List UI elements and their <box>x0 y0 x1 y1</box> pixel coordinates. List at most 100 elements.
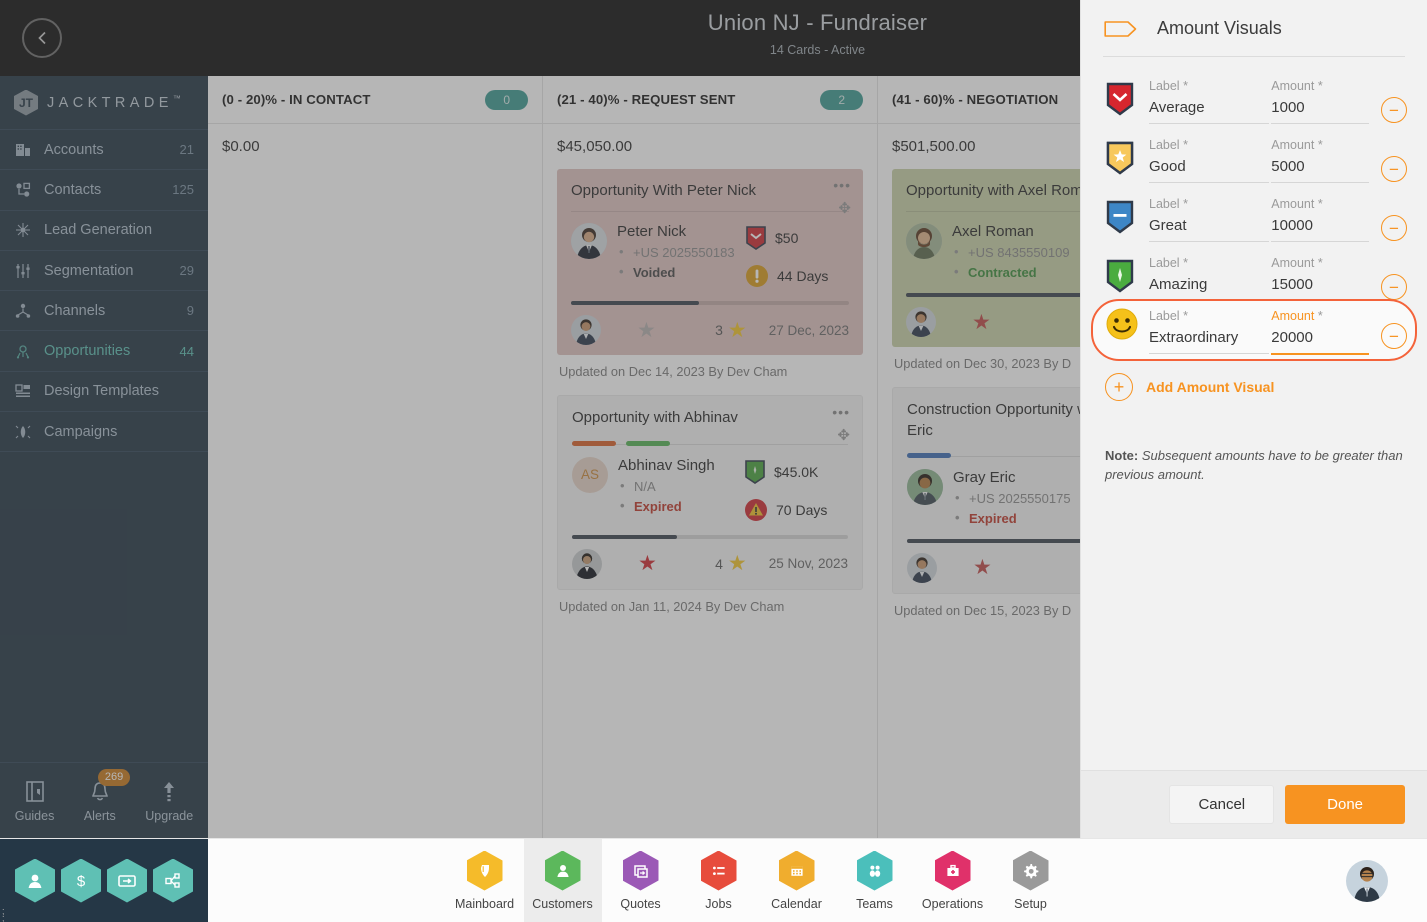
sidebar-item-accounts[interactable]: Accounts 21 <box>0 130 208 171</box>
panel-note: Note: Subsequent amounts have to be grea… <box>1105 447 1403 485</box>
nav-customers[interactable]: Customers <box>523 838 602 922</box>
minus-circle-icon[interactable]: − <box>1381 274 1407 300</box>
alerts-label: Alerts <box>83 809 116 823</box>
nav-mainboard[interactable]: Mainboard <box>446 839 524 922</box>
tag-bar <box>626 440 670 446</box>
upgrade-button[interactable]: Upgrade <box>145 778 193 823</box>
card-progress <box>572 534 848 539</box>
card-progress-bar <box>572 534 677 539</box>
amount-field-group: Amount * <box>1271 193 1369 242</box>
avatar: AS <box>572 456 608 493</box>
sidebar-item-campaigns[interactable]: Campaigns <box>0 412 208 453</box>
jacktrade-logo-icon: JT <box>14 89 38 116</box>
opportunity-card[interactable]: ••• ✥ Opportunity with Abhinav AS Abhina… <box>557 395 863 590</box>
sidebar-item-design-templates[interactable]: Design Templates <box>0 372 208 413</box>
card-menu-icon[interactable]: ••• <box>832 404 850 420</box>
amount-input[interactable] <box>1271 155 1369 183</box>
alerts-button[interactable]: 269 Alerts <box>83 769 131 823</box>
label-input[interactable] <box>1149 273 1270 301</box>
contact-phone: +US 2025550183 <box>619 244 735 260</box>
red-star-icon[interactable]: ★ <box>638 551 657 576</box>
label-field-group: Label * <box>1149 252 1270 301</box>
grey-star-icon[interactable]: ★ <box>637 318 656 343</box>
minus-circle-icon[interactable]: − <box>1381 323 1407 349</box>
sidebar-item-count: 21 <box>179 142 194 158</box>
back-button[interactable] <box>22 18 62 58</box>
building-icon <box>14 141 32 159</box>
card-menu-icon[interactable]: ••• <box>833 177 851 193</box>
user-area <box>1307 859 1427 902</box>
person-hex-icon[interactable] <box>15 858 55 903</box>
label-input[interactable] <box>1149 214 1270 242</box>
minus-circle-icon[interactable]: − <box>1381 215 1407 241</box>
amount-visual-row: Label * Amount * − <box>1091 244 1417 303</box>
label-field-group: Label * <box>1149 193 1270 242</box>
card-days: 70 Days <box>776 501 828 518</box>
sidebar-item-segmentation[interactable]: Segmentation 29 <box>0 251 208 292</box>
minus-circle-icon[interactable]: − <box>1381 97 1407 123</box>
label-input[interactable] <box>1149 96 1270 124</box>
payment-hex-icon[interactable] <box>107 858 147 903</box>
avatar <box>907 468 943 505</box>
amount-input[interactable] <box>1271 96 1369 124</box>
amount-caption: Amount * <box>1271 256 1323 270</box>
card-rating: 4 ★ <box>715 551 747 576</box>
amount-input[interactable] <box>1271 326 1369 355</box>
nav-label: Teams <box>856 896 893 911</box>
dollar-hex-icon[interactable]: $ <box>61 858 101 903</box>
sidebar-item-opportunities[interactable]: Opportunities 44 <box>0 331 208 372</box>
red-star-icon[interactable]: ★ <box>973 555 992 580</box>
amount-input[interactable] <box>1271 214 1369 242</box>
nav-operations[interactable]: Operations <box>914 839 992 922</box>
sidebar-item-label: Design Templates <box>44 383 159 400</box>
card-drag-handle-icon[interactable]: ✥ <box>838 199 851 217</box>
card-footer: ★ 3 ★ 27 Dec, 2023 <box>571 315 849 346</box>
assignee-avatar <box>906 307 936 338</box>
nav-setup[interactable]: Setup <box>992 839 1070 922</box>
minus-circle-icon[interactable]: − <box>1381 156 1407 182</box>
opportunity-card[interactable]: ••• ✥ Opportunity With Peter Nick Peter … <box>557 169 863 356</box>
scroll-marker: ;; <box>2 906 5 922</box>
card-progress-bar <box>571 301 699 306</box>
sidebar-item-contacts[interactable]: Contacts 125 <box>0 170 208 211</box>
sidebar-item-channels[interactable]: Channels 9 <box>0 291 208 332</box>
sidebar-quick-actions: $ <box>0 838 208 922</box>
jobs-icon <box>700 850 737 891</box>
nav-teams[interactable]: Teams <box>836 839 914 922</box>
user-avatar[interactable] <box>1346 859 1388 902</box>
label-field-group: Label * <box>1149 305 1270 354</box>
label-input[interactable] <box>1149 326 1270 354</box>
card-updated-text: Updated on Jan 11, 2024 By Dev Cham <box>559 598 785 614</box>
sidebar-item-label: Accounts <box>44 141 104 158</box>
channels-icon <box>14 302 32 320</box>
guides-button[interactable]: Guides <box>15 778 54 823</box>
brand-name: JACKTRADE™ <box>47 94 181 111</box>
yellow-shield-icon <box>1105 140 1141 180</box>
card-body: AS Abhinav Singh N/A Expired <box>572 456 848 522</box>
cancel-button[interactable]: Cancel <box>1169 785 1275 824</box>
contact-name: Gray Eric <box>953 468 1016 486</box>
contact-phone: N/A <box>620 478 715 494</box>
add-amount-visual-button[interactable]: + Add Amount Visual <box>1091 361 1417 401</box>
red-alert-icon <box>745 498 767 521</box>
nav-label: Setup <box>1014 896 1047 911</box>
tag-bar <box>572 440 616 446</box>
sidebar-item-count: 9 <box>186 303 194 319</box>
label-input[interactable] <box>1149 155 1270 183</box>
nav-jobs[interactable]: Jobs <box>680 839 758 922</box>
done-button[interactable]: Done <box>1285 785 1405 824</box>
amount-input[interactable] <box>1271 273 1369 301</box>
card-days-row: 44 Days <box>745 264 849 288</box>
upload-icon <box>158 778 180 804</box>
contact-name: Abhinav Singh <box>618 456 715 474</box>
kanban-column-request-sent: (21 - 40)% - REQUEST SENT 2 $45,050.00 •… <box>543 76 878 838</box>
nav-calendar[interactable]: Calendar <box>758 839 836 922</box>
workflow-hex-icon[interactable] <box>153 858 193 903</box>
card-date: 25 Nov, 2023 <box>768 556 848 571</box>
nav-quotes[interactable]: Quotes <box>602 839 680 922</box>
contact-phone: +US 8435550109 <box>954 244 1070 260</box>
red-star-icon[interactable]: ★ <box>972 310 991 335</box>
label-caption: Label * <box>1149 256 1188 270</box>
sidebar-item-label: Lead Generation <box>44 222 153 239</box>
sidebar-item-lead-generation[interactable]: Lead Generation <box>0 211 208 251</box>
